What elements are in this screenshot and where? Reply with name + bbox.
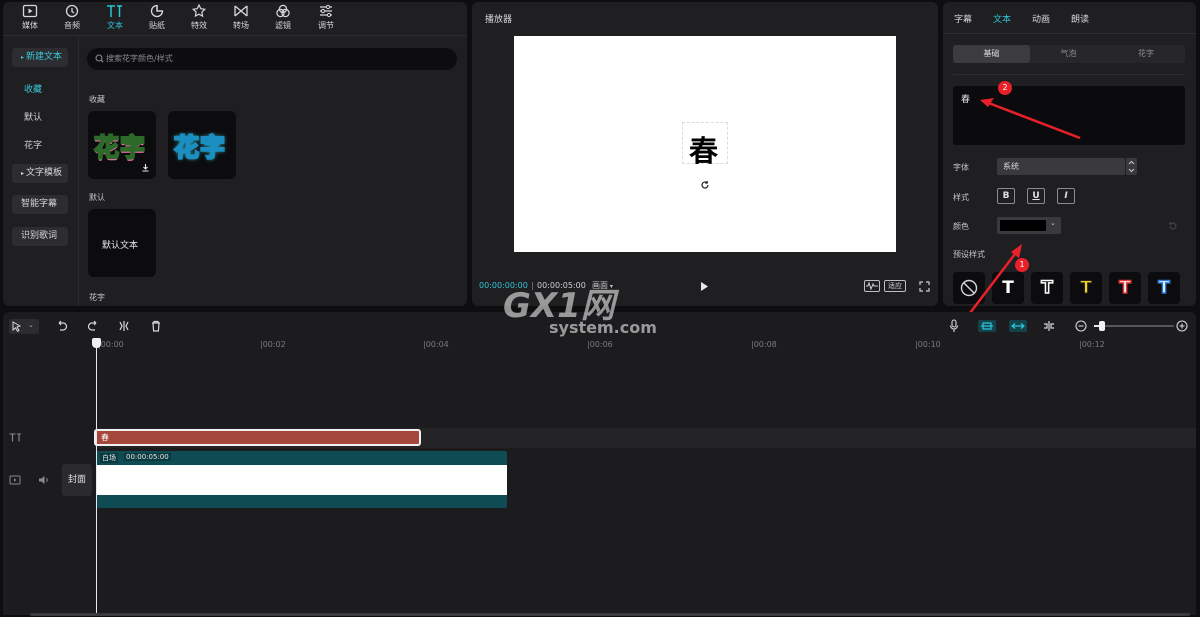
tick-label: 00:06 xyxy=(589,340,613,349)
magnet-icon xyxy=(981,322,993,330)
playhead-handle[interactable] xyxy=(92,338,101,348)
delete-icon[interactable] xyxy=(150,320,162,332)
ruler-tick: |00:04 xyxy=(423,340,449,349)
annotation-badge-1: 1 xyxy=(1015,258,1029,272)
cover-button[interactable]: 封面 xyxy=(62,464,92,496)
annotation-badge-2: 2 xyxy=(998,81,1012,95)
zoom-in-icon[interactable] xyxy=(1176,320,1188,332)
watermark-domain: system.com xyxy=(549,318,657,337)
tick-label: 00:00 xyxy=(100,340,124,349)
ruler-tick: |00:10 xyxy=(915,340,941,349)
ruler-tick: |00:02 xyxy=(260,340,286,349)
tick-label: 00:12 xyxy=(1081,340,1105,349)
link-button[interactable] xyxy=(1009,320,1027,332)
cover-label: 封面 xyxy=(67,475,86,485)
ruler-tick: |00:12 xyxy=(1079,340,1105,349)
chevron-down-icon: ⌄ xyxy=(28,321,34,329)
zoom-out-icon[interactable] xyxy=(1075,320,1087,332)
split-icon[interactable] xyxy=(118,320,130,332)
badge-number: 2 xyxy=(1002,83,1008,92)
text-clip-label: 春 xyxy=(101,433,109,442)
undo-icon[interactable] xyxy=(56,320,68,332)
text-clip[interactable]: 春 xyxy=(94,429,421,446)
tick-label: 00:08 xyxy=(753,340,777,349)
video-clip-duration: 00:00:05:00 xyxy=(124,453,171,461)
ruler-tick: |00:06 xyxy=(587,340,613,349)
track-visibility-icon[interactable] xyxy=(9,475,21,485)
tick-label: 00:04 xyxy=(425,340,449,349)
zoom-slider-handle[interactable] xyxy=(1099,321,1105,331)
track-mute-icon[interactable] xyxy=(38,475,50,485)
playhead-line xyxy=(96,345,97,613)
select-tool-button[interactable]: ⌄ xyxy=(9,319,39,334)
video-clip-frame xyxy=(96,465,507,495)
redo-icon[interactable] xyxy=(87,320,99,332)
tick-label: 00:10 xyxy=(917,340,941,349)
ruler-tick: |00:00 xyxy=(98,340,124,349)
video-clip[interactable]: 白场 00:00:05:00 xyxy=(96,451,507,508)
microphone-icon[interactable] xyxy=(949,319,959,333)
preview-axis-icon[interactable] xyxy=(1042,320,1056,332)
timeline-scrollbar[interactable] xyxy=(30,613,1190,616)
zoom-slider-track[interactable] xyxy=(1094,325,1174,327)
text-track-icon xyxy=(9,433,21,442)
link-icon xyxy=(1011,323,1025,329)
video-clip-label: 白场 xyxy=(100,453,118,463)
ruler-tick: |00:08 xyxy=(751,340,777,349)
tick-label: 00:02 xyxy=(262,340,286,349)
main-track-magnet-button[interactable] xyxy=(978,320,996,332)
cursor-icon xyxy=(12,321,22,332)
badge-number: 1 xyxy=(1019,260,1025,269)
